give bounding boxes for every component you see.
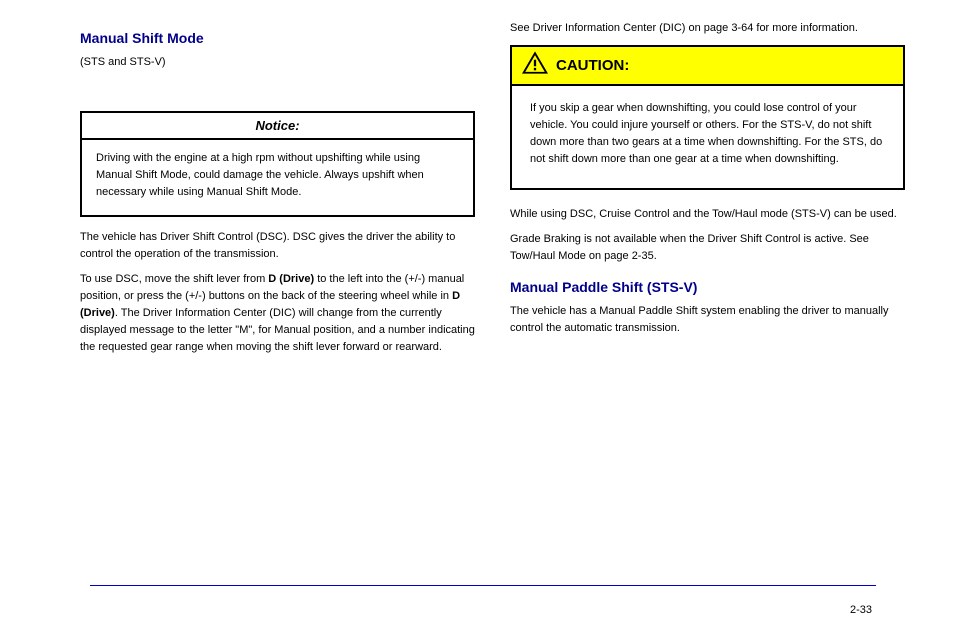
caution-label: CAUTION:: [556, 57, 629, 74]
left-paragraph-1: The vehicle has Driver Shift Control (DS…: [80, 229, 475, 263]
warning-icon: [522, 51, 548, 80]
caution-body: If you skip a gear when downshifting, yo…: [512, 86, 903, 188]
notice-header: Notice:: [82, 113, 473, 140]
p2-suffix: . The Driver Information Center (DIC) wi…: [80, 307, 475, 353]
left-paragraph-2: To use DSC, move the shift lever from D …: [80, 271, 475, 356]
footer-divider: [90, 585, 876, 586]
page-number: 2-33: [850, 604, 872, 616]
page-content: Manual Shift Mode (STS and STS-V) Notice…: [0, 0, 954, 365]
right-heading: Manual Paddle Shift (STS-V): [510, 279, 905, 295]
right-paragraph-2: Grade Braking is not available when the …: [510, 231, 905, 265]
right-paragraph-3: The vehicle has a Manual Paddle Shift sy…: [510, 303, 905, 337]
p2-d-bold: D (Drive): [268, 273, 314, 285]
caution-box: CAUTION: If you skip a gear when downshi…: [510, 45, 905, 190]
right-dsc-info: See Driver Information Center (DIC) on p…: [510, 20, 905, 37]
caution-header: CAUTION:: [512, 47, 903, 86]
left-column: Manual Shift Mode (STS and STS-V) Notice…: [80, 20, 475, 365]
section-subtitle: (STS and STS-V): [80, 54, 475, 71]
notice-body: Driving with the engine at a high rpm wi…: [82, 140, 473, 215]
section-title: Manual Shift Mode: [80, 30, 475, 46]
notice-box: Notice: Driving with the engine at a hig…: [80, 111, 475, 217]
right-paragraph-1: While using DSC, Cruise Control and the …: [510, 206, 905, 223]
p2-prefix: To use DSC, move the shift lever from: [80, 273, 265, 285]
right-column: See Driver Information Center (DIC) on p…: [510, 20, 905, 365]
